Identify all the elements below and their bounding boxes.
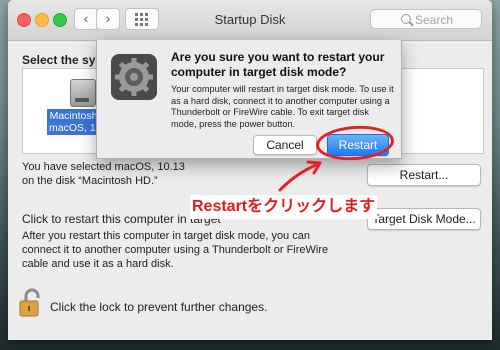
selected-text-line1: You have selected macOS, 10.13 (22, 161, 185, 173)
dialog-title: Are you sure you want to restart your co… (171, 50, 385, 79)
search-icon (401, 14, 411, 24)
selected-disk-description: You have selected macOS, 10.13 on the di… (22, 160, 212, 188)
dialog-message: Your computer will restart in target dis… (171, 84, 394, 129)
selected-text-line2: on the disk “Macintosh HD.” (22, 175, 158, 187)
target-disk-mode-button[interactable]: Target Disk Mode... (367, 208, 481, 230)
search-field[interactable]: Search (370, 9, 482, 29)
cancel-button[interactable]: Cancel (253, 135, 317, 155)
target-mode-description: After you restart this computer in targe… (22, 230, 329, 270)
lock-icon[interactable] (18, 288, 44, 318)
title-bar: ‹ › Startup Disk Search (8, 0, 492, 41)
restart-button[interactable]: Restart... (367, 164, 481, 186)
system-preferences-gear-icon (111, 54, 157, 100)
lock-label: Click the lock to prevent further change… (50, 300, 268, 314)
hard-disk-icon[interactable] (70, 79, 96, 107)
search-placeholder: Search (415, 13, 454, 27)
annotation-note: Restartをクリックします (190, 195, 378, 219)
annotation-arrow-icon (278, 160, 322, 192)
